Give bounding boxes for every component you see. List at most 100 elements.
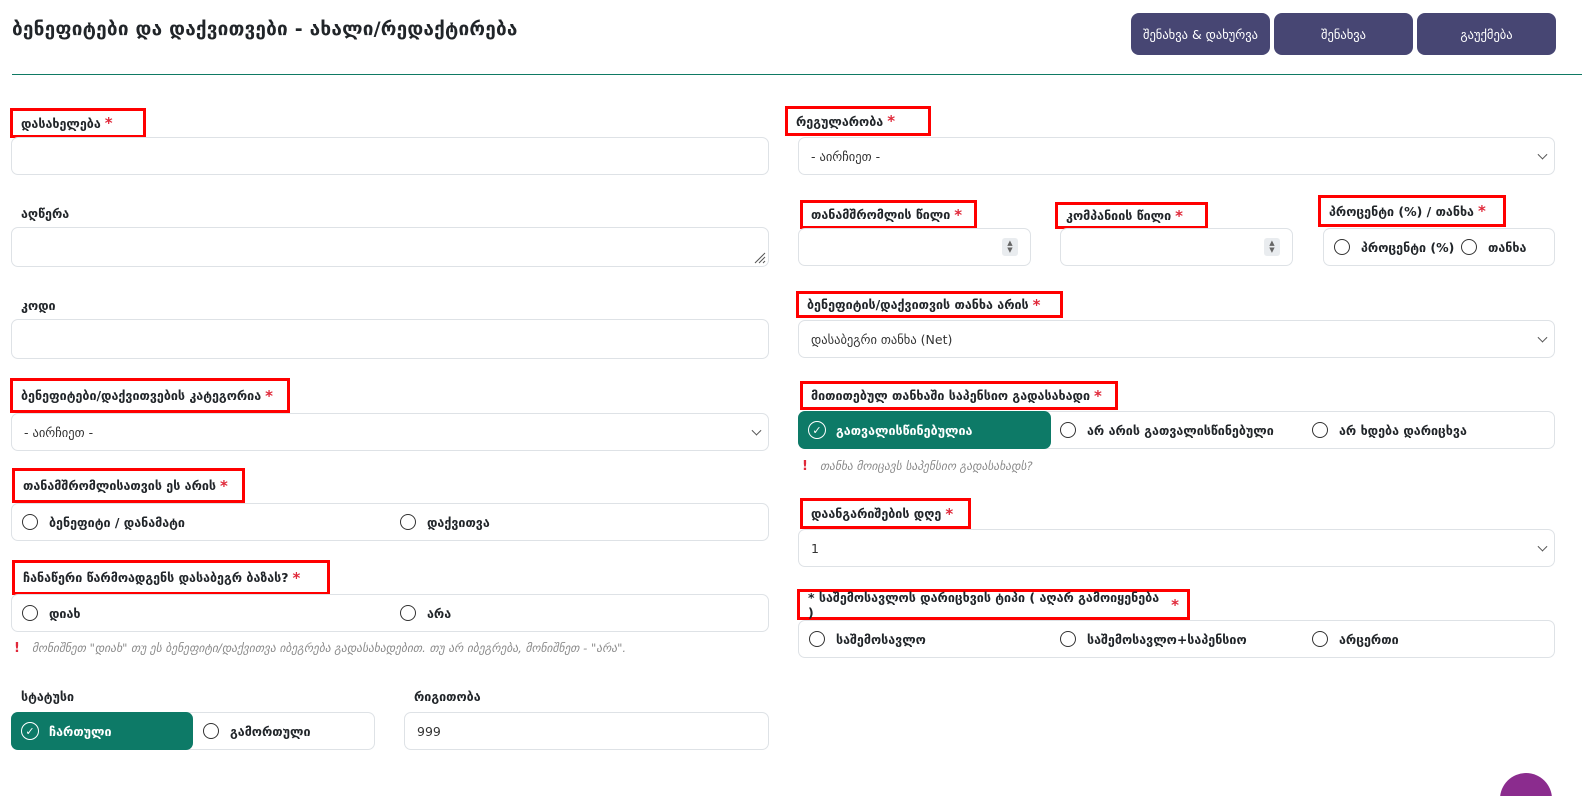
pension-label-text: მითითებულ თანხაში საპენსიო გადასახადი — [811, 388, 1090, 403]
status-group: ✓ ჩართული გამორთული — [11, 712, 375, 750]
required-mark: * — [220, 476, 228, 495]
radio-yes-label: დიახ — [49, 605, 81, 621]
employee-type-group: ბენეფიტი / დანამატი დაქვითვა — [11, 503, 769, 541]
company-share-label: კომპანიის წილი * — [1055, 202, 1208, 229]
radio-percent-label: პროცენტი (%) — [1361, 239, 1455, 255]
chevron-down-icon — [751, 425, 762, 436]
category-label-text: ბენეფიტები/დაქვითვების კატეგორია — [21, 388, 262, 403]
pension-no-accrual-label: არ ხდება დარიცხვა — [1339, 422, 1467, 438]
percent-amount-group: პროცენტი (%) თანხა — [1323, 228, 1555, 266]
required-mark: * — [292, 568, 301, 587]
calc-day-select[interactable]: 1 — [798, 529, 1555, 567]
radio-yes[interactable]: დიახ — [22, 605, 81, 621]
category-label: ბენეფიტები/დაქვითვების კატეგორია * — [10, 378, 290, 413]
number-spinner-icon[interactable]: ▲ ▼ — [1002, 238, 1018, 256]
pension-not-included-label: არ არის გათვალისწინებული — [1087, 422, 1274, 438]
required-mark: * — [1171, 595, 1179, 614]
amount-type-label-text: ბენეფიტის/დაქვითვის თანხა არის — [807, 297, 1029, 312]
status-off-option[interactable]: გამორთული — [203, 723, 311, 739]
company-share-label-text: კომპანიის წილი — [1066, 208, 1172, 223]
radio-circle-icon[interactable] — [1461, 239, 1477, 255]
required-mark: * — [104, 114, 113, 132]
taxable-base-label: ჩანაწერი წარმოადგენს დასაბეგრ ბაზას? * — [12, 560, 330, 595]
income-pension-label: საშემოსავლო+საპენსიო — [1087, 631, 1247, 647]
exclamation-icon: ! — [14, 640, 20, 656]
radio-circle-icon[interactable] — [22, 514, 38, 530]
save-button[interactable]: შენახვა — [1274, 13, 1413, 55]
check-circle-icon: ✓ — [21, 722, 39, 740]
regularity-label-text: რეგულარობა — [796, 113, 884, 129]
income-tax-option[interactable]: საშემოსავლო — [809, 631, 926, 647]
code-label: კოდი — [21, 297, 56, 313]
required-mark: * — [1032, 295, 1041, 314]
amount-type-label: ბენეფიტის/დაქვითვის თანხა არის * — [796, 291, 1063, 318]
check-circle-icon: ✓ — [808, 421, 826, 439]
save-close-button[interactable]: შენახვა & დახურვა — [1131, 13, 1270, 55]
name-input[interactable] — [11, 137, 769, 175]
radio-no[interactable]: არა — [400, 605, 451, 621]
pension-note-text: თანხა მოიცავს საპენსიო გადასახადს? — [819, 459, 1033, 473]
name-label-text: დასახელება — [21, 115, 101, 131]
calc-day-selected-value: 1 — [811, 540, 819, 556]
code-input[interactable] — [11, 319, 769, 359]
radio-circle-icon[interactable] — [1060, 422, 1076, 438]
chevron-down-icon — [1537, 541, 1548, 552]
status-on-option[interactable]: ✓ ჩართული — [11, 712, 193, 750]
required-mark: * — [1094, 386, 1102, 405]
page-title: ბენეფიტები და დაქვითვები - ახალი/რედაქტი… — [12, 18, 518, 40]
exclamation-icon: ! — [802, 458, 808, 474]
employee-type-label-text: თანამშრომლისათვის ეს არის — [23, 478, 217, 493]
percent-amount-label: პროცენტი (%) / თანხა * — [1318, 195, 1506, 227]
radio-benefit[interactable]: ბენეფიტი / დანამატი — [22, 514, 185, 530]
chevron-down-icon — [1537, 149, 1548, 160]
resize-grip-icon[interactable] — [752, 250, 766, 264]
regularity-selected-value: - აირჩიეთ - — [811, 148, 881, 164]
regularity-label: რეგულარობა * — [785, 106, 931, 136]
amount-type-select[interactable]: დასაბეგრი თანხა (Net) — [798, 320, 1555, 358]
header-divider — [12, 74, 1582, 75]
cancel-button[interactable]: გაუქმება — [1417, 13, 1556, 55]
radio-circle-icon[interactable] — [1312, 631, 1328, 647]
radio-circle-icon[interactable] — [400, 514, 416, 530]
required-mark: * — [945, 504, 954, 523]
radio-percent[interactable]: პროცენტი (%) — [1334, 239, 1454, 255]
radio-circle-icon[interactable] — [22, 605, 38, 621]
pension-included-option[interactable]: ✓ გათვალისწინებულია — [798, 411, 1051, 449]
calc-day-label-text: დაანგარიშების დღე — [811, 506, 942, 521]
radio-circle-icon[interactable] — [809, 631, 825, 647]
income-type-label: * საშემოსავლოს დარიცხვის ტიპი ( აღარ გამ… — [797, 589, 1190, 620]
radio-amount-label: თანხა — [1488, 239, 1527, 255]
pension-not-included-option[interactable]: არ არის გათვალისწინებული — [1060, 422, 1274, 438]
radio-circle-icon[interactable] — [1334, 239, 1350, 255]
pension-note: ! თანხა მოიცავს საპენსიო გადასახადს? — [802, 457, 1402, 475]
regularity-select[interactable]: - აირჩიეთ - — [798, 137, 1555, 175]
number-spinner-icon[interactable]: ▲ ▼ — [1264, 238, 1280, 256]
income-pension-option[interactable]: საშემოსავლო+საპენსიო — [1060, 631, 1247, 647]
employee-share-label-text: თანამშრომლის წილი — [811, 207, 951, 222]
radio-circle-icon[interactable] — [1060, 631, 1076, 647]
radio-deduction[interactable]: დაქვითვა — [400, 514, 490, 530]
category-selected-value: - აირჩიეთ - — [24, 424, 94, 440]
percent-amount-label-text: პროცენტი (%) / თანხა — [1329, 203, 1474, 219]
income-tax-label: საშემოსავლო — [836, 631, 926, 647]
order-input[interactable]: 999 — [404, 712, 769, 750]
radio-circle-icon[interactable] — [203, 723, 219, 739]
radio-circle-icon[interactable] — [1312, 422, 1328, 438]
description-textarea[interactable] — [11, 227, 769, 267]
taxable-base-note-text: მონიშნეთ "დიახ" თუ ეს ბენეფიტი/დაქვითვა … — [31, 641, 627, 655]
required-mark: * — [887, 112, 896, 130]
company-share-input[interactable]: ▲ ▼ — [1060, 228, 1293, 266]
amount-type-selected-value: დასაბეგრი თანხა (Net) — [811, 331, 953, 347]
radio-no-label: არა — [427, 605, 452, 621]
chat-fab-button[interactable] — [1500, 773, 1552, 796]
radio-circle-icon[interactable] — [400, 605, 416, 621]
radio-amount[interactable]: თანხა — [1461, 239, 1526, 255]
taxable-base-group: დიახ არა — [11, 594, 769, 632]
employee-share-input[interactable]: ▲ ▼ — [798, 228, 1031, 266]
category-select[interactable]: - აირჩიეთ - — [11, 413, 769, 451]
income-none-option[interactable]: არცერთი — [1312, 631, 1399, 647]
pension-no-accrual-option[interactable]: არ ხდება დარიცხვა — [1312, 422, 1467, 438]
required-mark: * — [265, 386, 273, 405]
pension-included-label: გათვალისწინებულია — [836, 422, 973, 438]
taxable-base-note: ! მონიშნეთ "დიახ" თუ ეს ბენეფიტი/დაქვითვა… — [14, 639, 774, 657]
